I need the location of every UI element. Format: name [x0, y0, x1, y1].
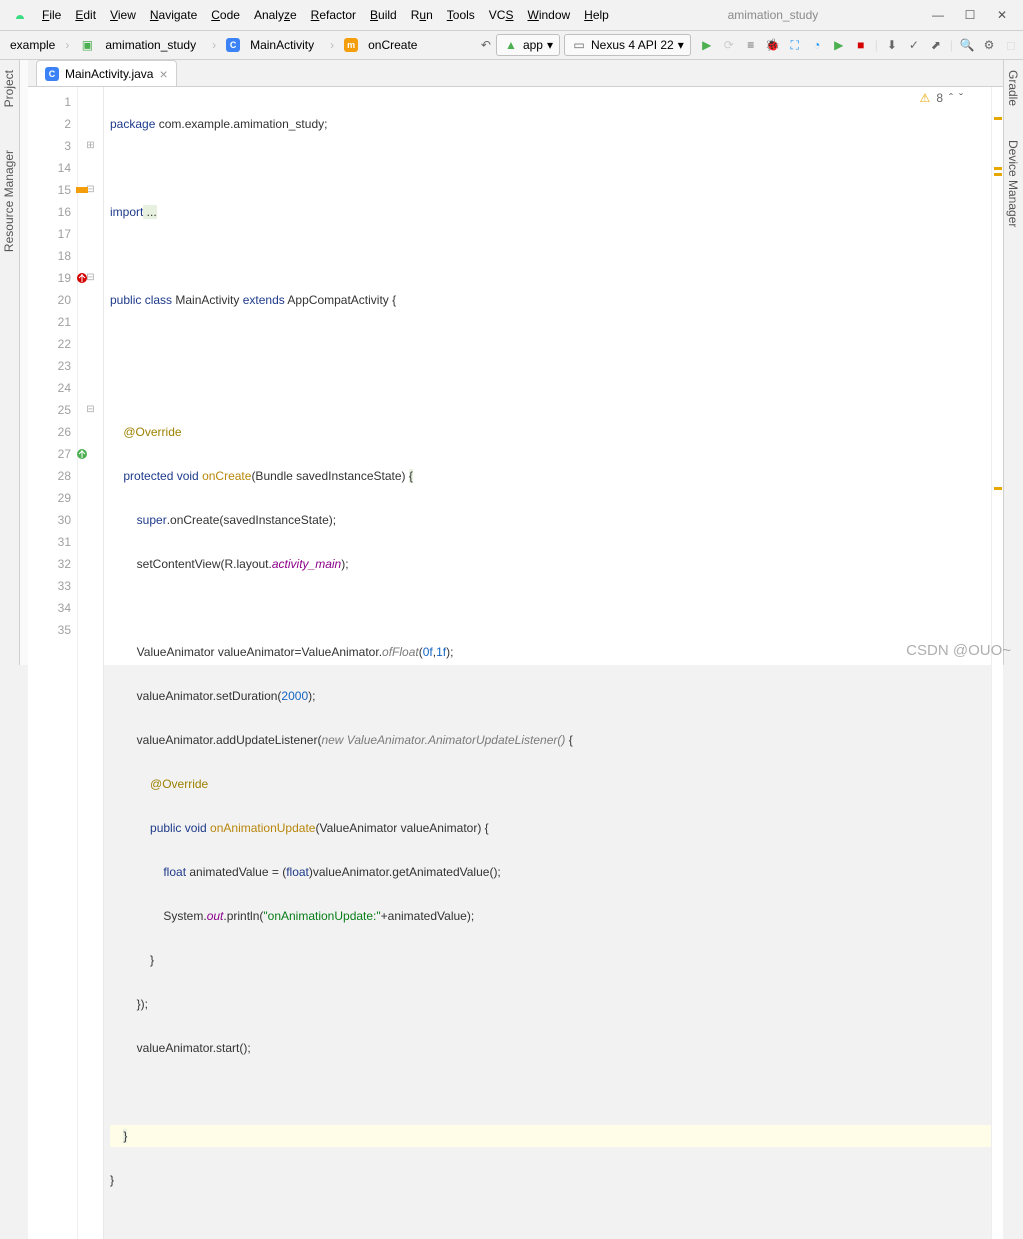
chevron-down-icon: ▾ [678, 38, 684, 52]
chevron-down-icon[interactable]: ˇ [959, 91, 963, 105]
menu-view[interactable]: View [104, 6, 142, 24]
back-icon[interactable]: ↶ [478, 37, 494, 53]
menu-file[interactable]: File [36, 6, 67, 24]
crumb-method[interactable]: monCreate [338, 34, 429, 56]
toolbar: example› ▣amimation_study› CMainActivity… [0, 30, 1023, 60]
stop-button[interactable]: ■ [853, 37, 869, 53]
method-icon: m [344, 38, 358, 52]
override-icon[interactable] [75, 270, 89, 284]
override-icon[interactable] [75, 446, 89, 460]
menu-tools[interactable]: Tools [441, 6, 481, 24]
debug-button[interactable]: 🐞 [765, 37, 781, 53]
menu-help[interactable]: Help [578, 6, 615, 24]
git-update-button[interactable]: ⬇ [884, 37, 900, 53]
menu-vcs[interactable]: VCS [483, 6, 520, 24]
chevron-up-icon[interactable]: ˆ [949, 91, 953, 105]
crumb-module[interactable]: ▣amimation_study [73, 34, 208, 56]
resource-manager-tab[interactable]: Resource Manager [2, 150, 16, 252]
error-stripe[interactable] [991, 87, 1003, 1239]
thumbnail-strip [20, 60, 28, 665]
chevron-down-icon: ▾ [547, 38, 553, 52]
close-button[interactable]: ✕ [995, 8, 1009, 22]
inspection-widget[interactable]: ⚠ 8 ˆ ˇ [920, 91, 963, 105]
titlebar: File Edit View Navigate Code Analyze Ref… [0, 0, 1023, 30]
gutter: 12314 15 161718 19 20212223242526 27 282… [28, 87, 78, 1239]
crumb-class[interactable]: CMainActivity [220, 34, 326, 56]
menu-run[interactable]: Run [405, 6, 439, 24]
warning-icon: ⚠ [920, 91, 931, 105]
apply-changes-button[interactable]: ⟳ [721, 37, 737, 53]
file-tab-mainactivity[interactable]: C MainActivity.java × [36, 60, 177, 86]
device-manager-tab[interactable]: Device Manager [1006, 140, 1020, 227]
attach-debugger-button[interactable]: ▶ [831, 37, 847, 53]
editor: C MainActivity.java × 12314 15 161718 19… [28, 60, 1003, 665]
menu-navigate[interactable]: Navigate [144, 6, 203, 24]
source[interactable]: package com.example.amimation_study; imp… [104, 87, 991, 1239]
android-studio-logo [12, 7, 28, 23]
main-menu: File Edit View Navigate Code Analyze Ref… [36, 6, 615, 24]
crumb-example[interactable]: example [4, 36, 61, 54]
project-tool-tab[interactable]: Project [2, 70, 16, 107]
class-icon: C [226, 38, 240, 52]
code-area[interactable]: 12314 15 161718 19 20212223242526 27 282… [28, 87, 1003, 1239]
class-icon: C [45, 67, 59, 81]
project-title: amimation_study [615, 8, 931, 22]
settings-button[interactable]: ⚙ [981, 37, 997, 53]
breadcrumb: example› ▣amimation_study› CMainActivity… [4, 34, 429, 56]
profiler-button[interactable]: ◔ [809, 37, 825, 53]
search-everywhere-button[interactable]: 🔍 [959, 37, 975, 53]
editor-tabs: C MainActivity.java × [28, 60, 1003, 87]
right-sidebar: Gradle Device Manager [1003, 60, 1023, 665]
menu-window[interactable]: Window [521, 6, 576, 24]
device-icon: ▭ [571, 37, 587, 53]
maximize-button[interactable]: ☐ [963, 8, 977, 22]
device-selector[interactable]: ▭ Nexus 4 API 22 ▾ [564, 34, 691, 56]
avatar-icon[interactable]: ◻ [1003, 37, 1019, 53]
git-commit-button[interactable]: ✓ [906, 37, 922, 53]
fold-column: ⊞⊟ ⊟ ⊟ [78, 87, 104, 1239]
git-push-button[interactable]: ⬈ [928, 37, 944, 53]
left-sidebar: Project Resource Manager [0, 60, 20, 665]
menu-edit[interactable]: Edit [69, 6, 102, 24]
close-tab-icon[interactable]: × [159, 66, 167, 82]
minimize-button[interactable]: — [931, 8, 945, 22]
apply-code-button[interactable]: ≡ [743, 37, 759, 53]
watermark: CSDN @OUO~ [906, 642, 1011, 659]
run-button[interactable]: ▶ [699, 37, 715, 53]
gradle-tool-tab[interactable]: Gradle [1006, 70, 1020, 106]
menu-build[interactable]: Build [364, 6, 403, 24]
coverage-button[interactable]: ⛶ [787, 37, 803, 53]
menu-analyze[interactable]: Analyze [248, 6, 303, 24]
menu-code[interactable]: Code [205, 6, 246, 24]
structure-icon [75, 182, 89, 196]
run-config-selector[interactable]: ▲ app ▾ [496, 34, 560, 56]
android-app-icon: ▲ [503, 37, 519, 53]
menu-refactor[interactable]: Refactor [305, 6, 362, 24]
android-module-icon: ▣ [79, 37, 95, 53]
